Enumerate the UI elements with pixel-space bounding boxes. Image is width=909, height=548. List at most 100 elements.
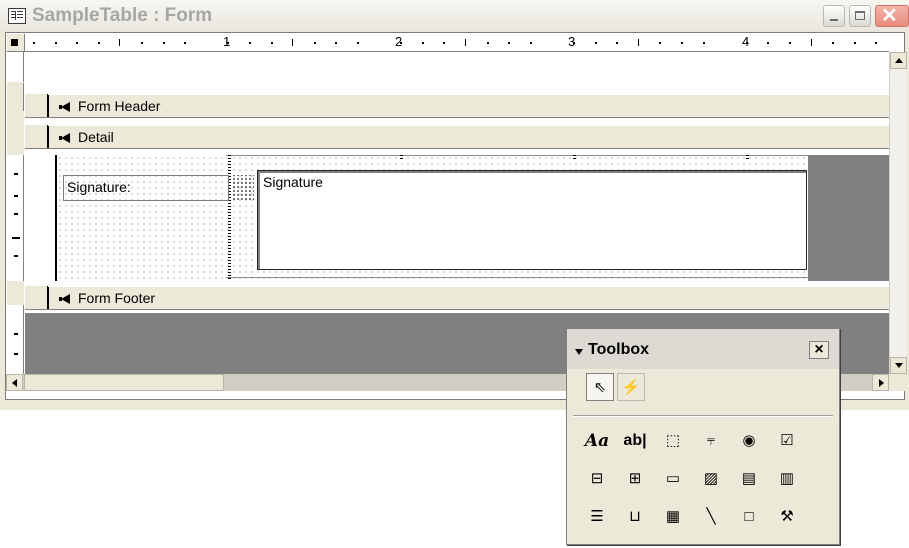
option-button-tool-button[interactable]: ◉ [735,427,763,455]
grid-column-line [228,155,231,281]
line-tool-button[interactable]: ╲ [697,503,725,531]
ruler-tick [810,39,812,46]
text-box-tool-button[interactable]: ab| [621,427,649,455]
ruler-tick [97,42,100,44]
image-tool-button[interactable]: ▨ [697,465,725,493]
ruler-tick [702,42,705,44]
form-header-label: Form Header [78,98,161,114]
scrollbar-corner [889,374,906,391]
ruler-tick [745,42,748,44]
check-box-tool-button[interactable]: ☑ [773,427,801,455]
detail-selector[interactable] [25,125,49,148]
page-break-tool-button[interactable]: ☰ [583,503,611,531]
form-header-selector[interactable] [25,94,49,117]
ruler-tick [529,42,532,44]
ruler-tick [141,42,143,44]
arrow-left-icon [12,379,17,387]
page-break-tool-icon: ☰ [590,508,604,525]
form-header-band[interactable]: Form Header [25,94,889,118]
option-group-tool-button[interactable]: ⬚ [659,427,687,455]
toggle-button-tool-button[interactable]: ⫧ [697,427,725,455]
signature-label[interactable]: Signature: [63,175,229,201]
ruler-tick [76,42,79,44]
toolbox-title-bar[interactable]: Toolbox × [567,329,839,369]
horizontal-ruler[interactable]: 1 2 3 4 [25,34,889,52]
ruler-tick [508,42,511,44]
maximize-button[interactable] [849,5,871,27]
detail-band[interactable]: Detail [25,125,889,149]
ruler-tick [227,42,230,44]
move-handle[interactable] [232,175,254,201]
grid-line [226,277,808,278]
ruler-tick [292,39,294,46]
arrow-right-icon [879,379,884,387]
text-box-tool-icon: ab| [623,432,647,449]
vruler-tick [14,353,18,355]
toolbox-close-button[interactable]: × [809,341,829,359]
ruler-tick [335,42,338,44]
horizontal-scroll-thumb[interactable] [24,374,224,391]
bound-object-frame-tool-icon: ▥ [779,470,795,487]
close-button[interactable]: ✕ [875,5,909,27]
command-button-tool-button[interactable]: ▭ [659,465,687,493]
rectangle-tool-button[interactable]: □ [735,503,763,531]
toolbox-window[interactable]: Toolbox × ⇖ ⚡ Aa ab| ⬚ ⫧ ◉ ☑ ⊟ ⊞ ▭ ▨ ▤ ▥ ☰ ⊔ ▦ ╲ □ ⚒ [566,328,840,545]
scroll-left-button[interactable] [6,374,23,391]
ruler-tick [789,42,791,44]
vruler-tick [14,213,18,215]
bound-object-frame-tool-button[interactable]: ▥ [773,465,801,493]
minimize-button[interactable] [823,5,845,27]
control-wizards-button[interactable]: ⚡ [617,373,645,401]
subform-tool-button[interactable]: ▦ [659,503,687,531]
more-controls-tool-icon: ⚒ [780,508,794,525]
ruler-tick [767,42,770,44]
ruler-tick [54,42,57,44]
vruler-tick [14,333,18,335]
list-box-tool-icon: ⊞ [628,470,642,487]
grid-column-line [400,155,403,161]
command-button-tool-icon: ▭ [665,470,681,487]
vertical-ruler-footer [7,305,24,374]
form-selector[interactable] [7,34,25,52]
window-title: SampleTable : Form [32,5,213,26]
form-footer-label: Form Footer [78,290,156,306]
scroll-down-button[interactable] [890,357,907,374]
vertical-scrollbar[interactable] [889,52,907,374]
ruler-tick [184,42,187,44]
arrow-down-icon [895,363,903,368]
title-bar[interactable]: SampleTable : Form ✕ [0,0,909,32]
ruler-tick [486,42,489,44]
vruler-tick [14,255,18,257]
detail-label: Detail [78,129,114,145]
combo-box-tool-button[interactable]: ⊟ [583,465,611,493]
signature-text-box[interactable]: Signature [257,170,807,270]
vertical-ruler[interactable] [7,52,24,374]
check-box-tool-icon: ☑ [780,432,794,449]
ruler-tick [573,42,575,44]
more-controls-tool-button[interactable]: ⚒ [773,503,801,531]
ruler-tick [832,42,835,44]
combo-box-tool-icon: ⊟ [590,470,604,487]
ruler-tick [249,42,251,44]
rectangle-tool-icon: □ [744,508,754,525]
form-footer-selector[interactable] [25,286,49,309]
section-arrow-icon [59,102,70,112]
form-footer-band[interactable]: Form Footer [25,286,889,310]
list-box-tool-button[interactable]: ⊞ [621,465,649,493]
toolbox-separator [573,415,833,417]
toggle-button-tool-icon: ⫧ [706,432,716,449]
scroll-right-button[interactable] [872,374,889,391]
close-icon: ✕ [881,5,898,27]
tab-control-tool-button[interactable]: ⊔ [621,503,649,531]
label-tool-button[interactable]: Aa [583,427,611,455]
select-objects-button[interactable]: ⇖ [586,373,614,401]
vertical-ruler-detail [7,155,24,281]
tab-control-tool-icon: ⊔ [629,508,641,525]
form-selector-square [11,39,18,46]
unbound-object-frame-tool-button[interactable]: ▤ [735,465,763,493]
toolbox-menu-icon[interactable] [575,349,583,355]
scroll-up-button[interactable] [890,52,907,69]
ruler-tick [313,42,316,44]
ruler-tick [465,39,466,46]
label-tool-icon: Aa [584,431,610,451]
